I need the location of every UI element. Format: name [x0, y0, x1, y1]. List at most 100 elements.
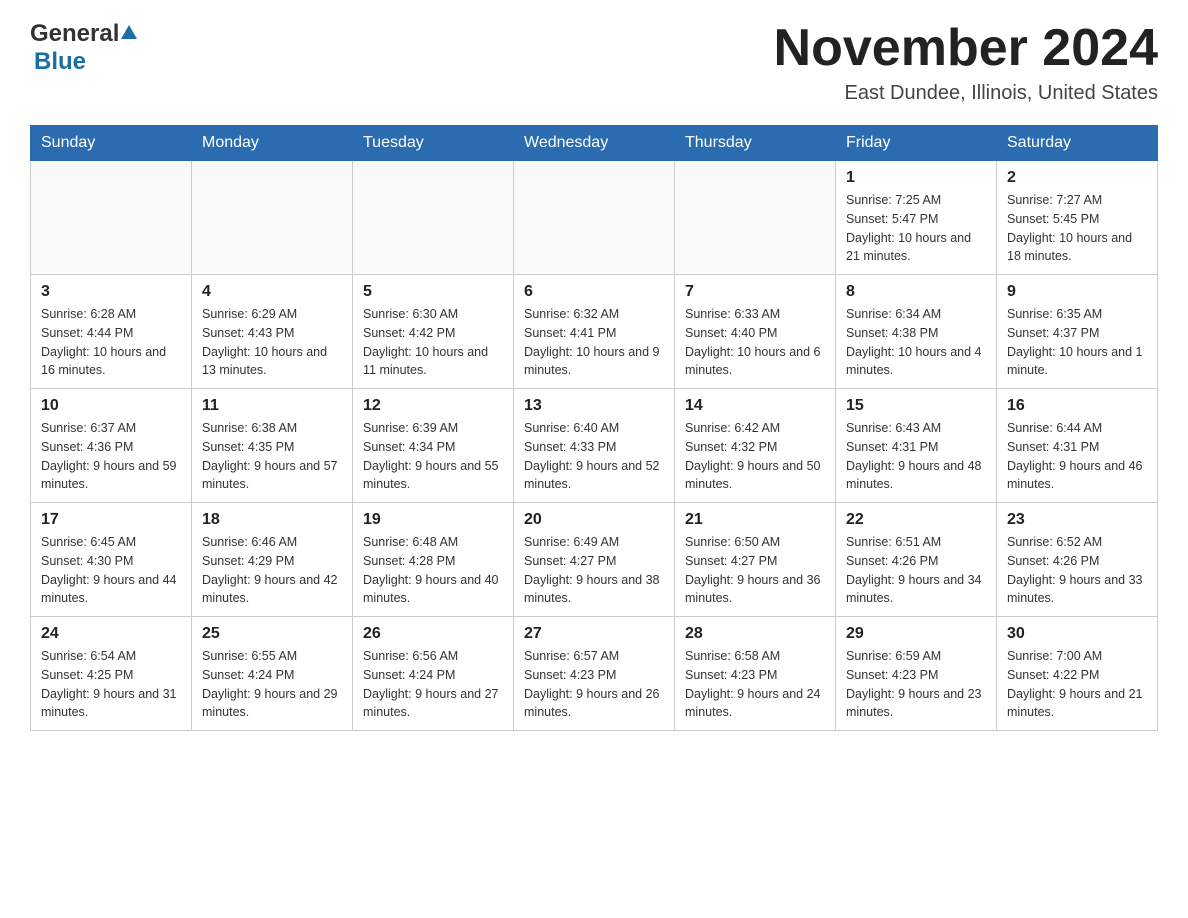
day-number: 24 — [41, 625, 181, 643]
table-row: 27 Sunrise: 6:57 AMSunset: 4:23 PMDayligh… — [514, 617, 675, 731]
header-thursday: Thursday — [675, 126, 836, 161]
day-info: Sunrise: 6:52 AMSunset: 4:26 PMDaylight:… — [1007, 533, 1147, 608]
day-info: Sunrise: 7:25 AMSunset: 5:47 PMDaylight:… — [846, 191, 986, 266]
day-info: Sunrise: 6:33 AMSunset: 4:40 PMDaylight:… — [685, 305, 825, 380]
logo-area: General Blue — [30, 20, 139, 76]
table-row: 18 Sunrise: 6:46 AMSunset: 4:29 PMDayligh… — [192, 503, 353, 617]
day-info: Sunrise: 6:50 AMSunset: 4:27 PMDaylight:… — [685, 533, 825, 608]
day-number: 5 — [363, 283, 503, 301]
day-number: 9 — [1007, 283, 1147, 301]
day-number: 11 — [202, 397, 342, 415]
day-info: Sunrise: 6:45 AMSunset: 4:30 PMDaylight:… — [41, 533, 181, 608]
table-row: 7 Sunrise: 6:33 AMSunset: 4:40 PMDaylight… — [675, 275, 836, 389]
header-sunday: Sunday — [31, 126, 192, 161]
day-info: Sunrise: 6:46 AMSunset: 4:29 PMDaylight:… — [202, 533, 342, 608]
table-row: 16Sunrise: 6:44 AMSunset: 4:31 PMDayligh… — [997, 389, 1158, 503]
day-number: 8 — [846, 283, 986, 301]
day-info: Sunrise: 6:32 AMSunset: 4:41 PMDaylight:… — [524, 305, 664, 380]
table-row: 19 Sunrise: 6:48 AMSunset: 4:28 PMDayligh… — [353, 503, 514, 617]
day-info: Sunrise: 6:59 AMSunset: 4:23 PMDaylight:… — [846, 647, 986, 722]
logo-general-text: General — [30, 20, 119, 48]
day-number: 12 — [363, 397, 503, 415]
day-number: 23 — [1007, 511, 1147, 529]
day-info: Sunrise: 6:54 AMSunset: 4:25 PMDaylight:… — [41, 647, 181, 722]
day-info: Sunrise: 6:30 AMSunset: 4:42 PMDaylight:… — [363, 305, 503, 380]
day-number: 7 — [685, 283, 825, 301]
day-info: Sunrise: 6:29 AMSunset: 4:43 PMDaylight:… — [202, 305, 342, 380]
table-row — [31, 161, 192, 275]
day-info: Sunrise: 6:34 AMSunset: 4:38 PMDaylight:… — [846, 305, 986, 380]
calendar-week-row: 10 Sunrise: 6:37 AMSunset: 4:36 PMDayligh… — [31, 389, 1158, 503]
day-number: 3 — [41, 283, 181, 301]
day-info: Sunrise: 6:38 AMSunset: 4:35 PMDaylight:… — [202, 419, 342, 494]
table-row: 30Sunrise: 7:00 AMSunset: 4:22 PMDayligh… — [997, 617, 1158, 731]
table-row: 26 Sunrise: 6:56 AMSunset: 4:24 PMDayligh… — [353, 617, 514, 731]
day-number: 18 — [202, 511, 342, 529]
table-row: 5 Sunrise: 6:30 AMSunset: 4:42 PMDaylight… — [353, 275, 514, 389]
day-info: Sunrise: 6:40 AMSunset: 4:33 PMDaylight:… — [524, 419, 664, 494]
table-row: 29 Sunrise: 6:59 AMSunset: 4:23 PMDayligh… — [836, 617, 997, 731]
day-info: Sunrise: 6:39 AMSunset: 4:34 PMDaylight:… — [363, 419, 503, 494]
day-info: Sunrise: 6:55 AMSunset: 4:24 PMDaylight:… — [202, 647, 342, 722]
day-info: Sunrise: 6:42 AMSunset: 4:32 PMDaylight:… — [685, 419, 825, 494]
page-header: General Blue November 2024 East Dundee, … — [30, 20, 1158, 105]
day-info: Sunrise: 6:35 AMSunset: 4:37 PMDaylight:… — [1007, 305, 1147, 380]
day-number: 4 — [202, 283, 342, 301]
day-number: 27 — [524, 625, 664, 643]
header-tuesday: Tuesday — [353, 126, 514, 161]
table-row: 8 Sunrise: 6:34 AMSunset: 4:38 PMDaylight… — [836, 275, 997, 389]
day-number: 17 — [41, 511, 181, 529]
title-area: November 2024 East Dundee, Illinois, Uni… — [774, 20, 1158, 105]
day-info: Sunrise: 7:27 AMSunset: 5:45 PMDaylight:… — [1007, 191, 1147, 266]
calendar-table: Sunday Monday Tuesday Wednesday Thursday… — [30, 125, 1158, 731]
header-wednesday: Wednesday — [514, 126, 675, 161]
day-info: Sunrise: 6:44 AMSunset: 4:31 PMDaylight:… — [1007, 419, 1147, 494]
table-row — [514, 161, 675, 275]
calendar-week-row: 17 Sunrise: 6:45 AMSunset: 4:30 PMDayligh… — [31, 503, 1158, 617]
day-number: 26 — [363, 625, 503, 643]
day-number: 19 — [363, 511, 503, 529]
day-number: 6 — [524, 283, 664, 301]
table-row: 17 Sunrise: 6:45 AMSunset: 4:30 PMDayligh… — [31, 503, 192, 617]
day-info: Sunrise: 6:58 AMSunset: 4:23 PMDaylight:… — [685, 647, 825, 722]
calendar-week-row: 24 Sunrise: 6:54 AMSunset: 4:25 PMDayligh… — [31, 617, 1158, 731]
day-info: Sunrise: 6:48 AMSunset: 4:28 PMDaylight:… — [363, 533, 503, 608]
table-row: 12 Sunrise: 6:39 AMSunset: 4:34 PMDayligh… — [353, 389, 514, 503]
table-row: 10 Sunrise: 6:37 AMSunset: 4:36 PMDayligh… — [31, 389, 192, 503]
table-row: 28 Sunrise: 6:58 AMSunset: 4:23 PMDayligh… — [675, 617, 836, 731]
table-row: 21Sunrise: 6:50 AMSunset: 4:27 PMDayligh… — [675, 503, 836, 617]
calendar-week-row: 1 Sunrise: 7:25 AMSunset: 5:47 PMDaylight… — [31, 161, 1158, 275]
header-saturday: Saturday — [997, 126, 1158, 161]
day-number: 10 — [41, 397, 181, 415]
day-number: 13 — [524, 397, 664, 415]
location-title: East Dundee, Illinois, United States — [774, 82, 1158, 105]
table-row: 24 Sunrise: 6:54 AMSunset: 4:25 PMDayligh… — [31, 617, 192, 731]
day-number: 29 — [846, 625, 986, 643]
table-row: 1 Sunrise: 7:25 AMSunset: 5:47 PMDaylight… — [836, 161, 997, 275]
day-number: 25 — [202, 625, 342, 643]
day-info: Sunrise: 6:57 AMSunset: 4:23 PMDaylight:… — [524, 647, 664, 722]
table-row: 15Sunrise: 6:43 AMSunset: 4:31 PMDayligh… — [836, 389, 997, 503]
day-number: 1 — [846, 169, 986, 187]
day-info: Sunrise: 6:49 AMSunset: 4:27 PMDaylight:… — [524, 533, 664, 608]
day-number: 28 — [685, 625, 825, 643]
header-monday: Monday — [192, 126, 353, 161]
day-number: 15 — [846, 397, 986, 415]
day-info: Sunrise: 6:51 AMSunset: 4:26 PMDaylight:… — [846, 533, 986, 608]
logo-blue-text: Blue — [34, 48, 86, 75]
logo-triangle-icon — [119, 23, 139, 43]
header-friday: Friday — [836, 126, 997, 161]
day-number: 20 — [524, 511, 664, 529]
table-row: 25 Sunrise: 6:55 AMSunset: 4:24 PMDayligh… — [192, 617, 353, 731]
calendar-week-row: 3Sunrise: 6:28 AMSunset: 4:44 PMDaylight… — [31, 275, 1158, 389]
day-info: Sunrise: 6:56 AMSunset: 4:24 PMDaylight:… — [363, 647, 503, 722]
table-row: 13 Sunrise: 6:40 AMSunset: 4:33 PMDayligh… — [514, 389, 675, 503]
day-info: Sunrise: 6:37 AMSunset: 4:36 PMDaylight:… — [41, 419, 181, 494]
day-number: 14 — [685, 397, 825, 415]
table-row — [192, 161, 353, 275]
table-row: 9 Sunrise: 6:35 AMSunset: 4:37 PMDaylight… — [997, 275, 1158, 389]
day-number: 22 — [846, 511, 986, 529]
table-row: 6 Sunrise: 6:32 AMSunset: 4:41 PMDaylight… — [514, 275, 675, 389]
table-row — [675, 161, 836, 275]
month-title: November 2024 — [774, 20, 1158, 77]
